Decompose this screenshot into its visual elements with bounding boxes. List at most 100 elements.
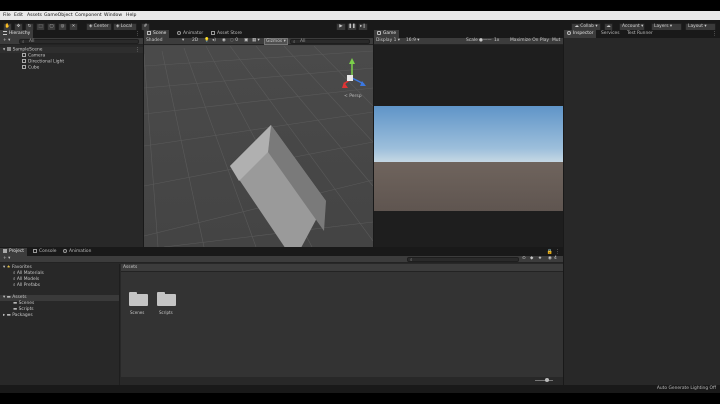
kebab-menu-icon[interactable]: ⋮ <box>712 30 717 38</box>
hierarchy-toolbar: + ▾ ⌕ All <box>0 38 143 45</box>
create-icon[interactable]: + ▾ <box>3 256 10 261</box>
folder-icon: ▬ <box>6 295 11 300</box>
tab-test-runner[interactable]: Test Runner <box>624 30 656 38</box>
menu-edit[interactable]: Edit <box>14 13 23 18</box>
game-sky <box>374 106 563 162</box>
search-by-type-icon[interactable]: ⊙ <box>522 256 526 261</box>
lock-icon[interactable]: 🔒 <box>547 248 553 256</box>
scale-icon: ⬚ <box>38 24 43 29</box>
cloud-icon: ☁ <box>574 24 579 29</box>
hierarchy-item-cube[interactable]: Cube <box>0 65 143 71</box>
tree-item-all-prefabs[interactable]: ⌕ All Prefabs <box>0 283 119 289</box>
game-tabbar: Game <box>374 30 563 38</box>
info-icon <box>567 30 571 35</box>
project-tree: ▾ ★ Favorites ⌕ All Materials ⌕ All Mode… <box>0 264 120 385</box>
kebab-menu-icon[interactable]: ⋮ <box>135 30 140 38</box>
scene-viewport[interactable]: < Persp <box>144 46 373 247</box>
pivot-icon: ◈ <box>89 24 93 29</box>
menu-bar: File Edit Assets GameObject Component Wi… <box>0 11 720 20</box>
project-search-input[interactable]: ⌕ <box>407 257 519 263</box>
hidden-objects-icon[interactable]: ◌ 0 <box>230 38 238 43</box>
search-icon: ⌕ <box>13 277 16 282</box>
tab-animation[interactable]: Animation <box>60 248 94 256</box>
menu-component[interactable]: Component <box>75 13 102 18</box>
icon-size-slider[interactable] <box>535 380 553 381</box>
tree-item-packages[interactable]: ▸ ▬ Packages <box>0 313 119 319</box>
tab-project[interactable]: Project <box>0 248 28 256</box>
tab-asset-store[interactable]: Asset Store <box>208 30 245 38</box>
tab-animator[interactable]: Animator <box>174 30 206 38</box>
asset-folder-scripts[interactable]: Scripts <box>157 292 176 316</box>
scene-grid-icon <box>147 30 151 35</box>
game-viewport[interactable] <box>374 106 563 211</box>
shading-dropdown[interactable]: Shaded <box>146 38 163 43</box>
menu-gameobject[interactable]: GameObject <box>44 13 73 18</box>
tab-hierarchy[interactable]: Hierarchy <box>0 30 34 38</box>
account-label: Account <box>622 24 640 29</box>
hierarchy-item-label: Camera <box>28 53 46 59</box>
tab-game[interactable]: Game <box>374 30 400 38</box>
kebab-menu-icon[interactable]: ⋮ <box>555 248 560 256</box>
search-icon: ⌕ <box>13 283 16 288</box>
maximize-on-play-toggle[interactable]: Maximize On Play <box>510 38 549 43</box>
gizmo-grid-icon[interactable]: ▦ ▾ <box>252 38 260 43</box>
game-ground <box>374 162 563 211</box>
audio-icon[interactable]: ◂) <box>212 38 216 43</box>
asset-folder-scenes[interactable]: Scenes <box>129 292 148 316</box>
inspector-tabbar: Inspector Services Test Runner ⋮ <box>564 30 720 38</box>
effects-icon[interactable]: ◉ <box>222 38 226 43</box>
animator-tab-label: Animator <box>183 31 204 36</box>
menu-window[interactable]: Window <box>104 13 122 18</box>
mute-audio-toggle[interactable]: Mut <box>552 38 560 43</box>
camera-settings-icon[interactable]: ▣ <box>244 38 248 43</box>
menu-help[interactable]: Help <box>126 13 136 18</box>
menu-assets[interactable]: Assets <box>27 13 42 18</box>
game-toolbar: Display 1 ▾ 16:9 ▾ Scale ●—— 1x Maximize… <box>374 38 563 45</box>
asset-folder-label: Scenes <box>130 310 145 315</box>
lighting-status[interactable]: Auto Generate Lighting Off <box>657 386 716 391</box>
tree-item-label: Scripts <box>18 307 34 312</box>
scale-value: 1x <box>494 38 500 43</box>
hierarchy-item-label: Directional Light <box>28 59 65 65</box>
hidden-packages-icon[interactable]: ◉ <box>548 256 552 261</box>
tab-inspector[interactable]: Inspector <box>564 30 597 38</box>
unity-editor-window: File Edit Assets GameObject Component Wi… <box>0 11 720 393</box>
unity-scene-icon <box>6 47 11 51</box>
gizmos-label: Gizmos <box>266 39 283 44</box>
gameobject-icon <box>22 53 26 57</box>
favorite-icon[interactable]: ★ <box>538 256 542 261</box>
step-icon: ▸❙ <box>360 24 366 29</box>
breadcrumb: Assets <box>121 264 563 272</box>
asset-store-tab-label: Asset Store <box>217 31 243 36</box>
tree-item-label: All Prefabs <box>16 283 41 288</box>
lighting-icon[interactable]: 💡 <box>204 38 209 43</box>
console-icon <box>33 248 37 253</box>
search-icon: ⌕ <box>293 40 296 45</box>
services-tab-label: Services <box>601 31 620 36</box>
aspect-dropdown[interactable]: 16:9 ▾ <box>406 38 419 43</box>
move-icon: ✥ <box>16 24 21 29</box>
display-dropdown[interactable]: Display 1 ▾ <box>376 38 400 43</box>
inspector-tab-label: Inspector <box>573 31 594 36</box>
tab-services[interactable]: Services <box>598 30 623 38</box>
folder-icon: ▬ <box>13 301 18 306</box>
hidden-packages-count: 4 <box>554 256 557 261</box>
persp-label[interactable]: < Persp <box>344 93 362 99</box>
scale-slider[interactable]: ●—— <box>479 38 492 43</box>
grid-icon: # <box>143 24 148 29</box>
project-tab-label: Project <box>9 249 25 254</box>
hierarchy-search-input[interactable]: ⌕ All <box>19 39 139 45</box>
tab-console[interactable]: Console <box>30 248 59 256</box>
breadcrumb-assets[interactable]: Assets <box>123 265 137 270</box>
project-panel: Project Console Animation 🔒 ⋮ + ▾ ⌕ ⊙ ◆ … <box>0 248 563 385</box>
2d-toggle[interactable]: 2D <box>192 38 198 43</box>
add-icon[interactable]: + ▾ <box>3 38 10 43</box>
favorites-label: Favorites <box>11 265 32 270</box>
scene-search-input[interactable]: ⌕ All <box>290 39 370 45</box>
search-by-label-icon[interactable]: ◆ <box>530 256 533 261</box>
scene-tabbar: Scene Animator Asset Store <box>144 30 373 38</box>
gizmos-dropdown[interactable]: Gizmos ▾ <box>264 38 288 45</box>
menu-file[interactable]: File <box>3 13 11 18</box>
icon-size-slider-thumb[interactable] <box>545 378 549 382</box>
tab-scene[interactable]: Scene <box>144 30 170 38</box>
